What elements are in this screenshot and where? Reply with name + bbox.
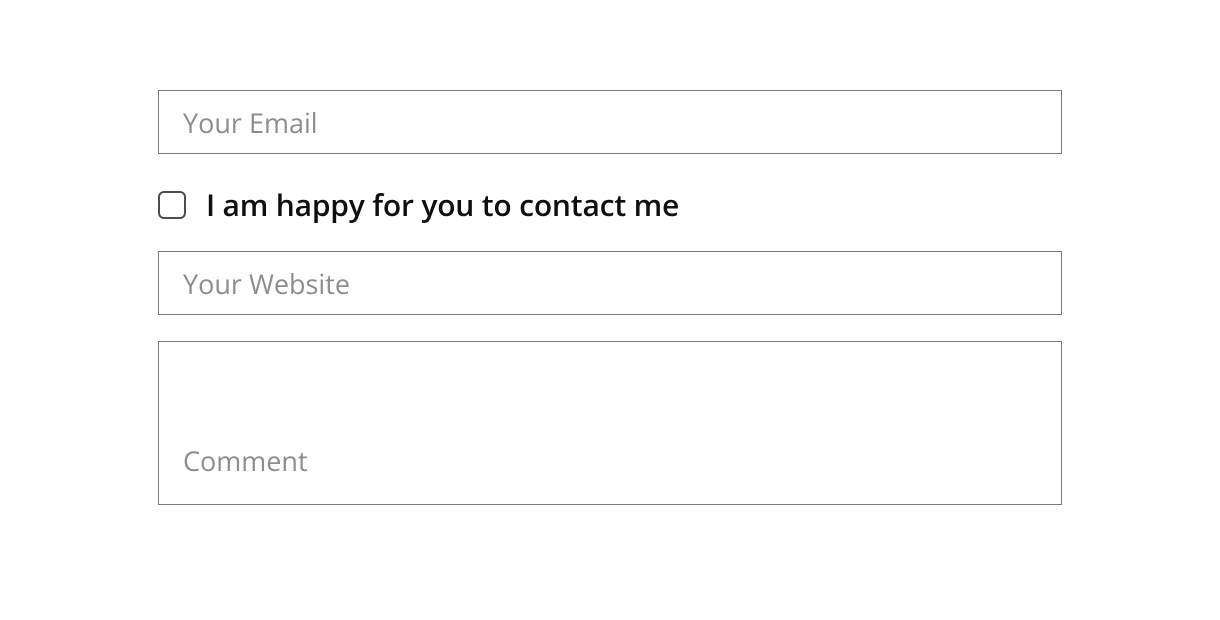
website-field[interactable] bbox=[158, 251, 1062, 315]
comment-field[interactable] bbox=[158, 341, 1062, 505]
consent-label: I am happy for you to contact me bbox=[206, 184, 679, 225]
contact-form: I am happy for you to contact me bbox=[158, 90, 1062, 505]
email-field[interactable] bbox=[158, 90, 1062, 154]
consent-row: I am happy for you to contact me bbox=[158, 184, 1062, 225]
consent-checkbox[interactable] bbox=[158, 191, 186, 219]
